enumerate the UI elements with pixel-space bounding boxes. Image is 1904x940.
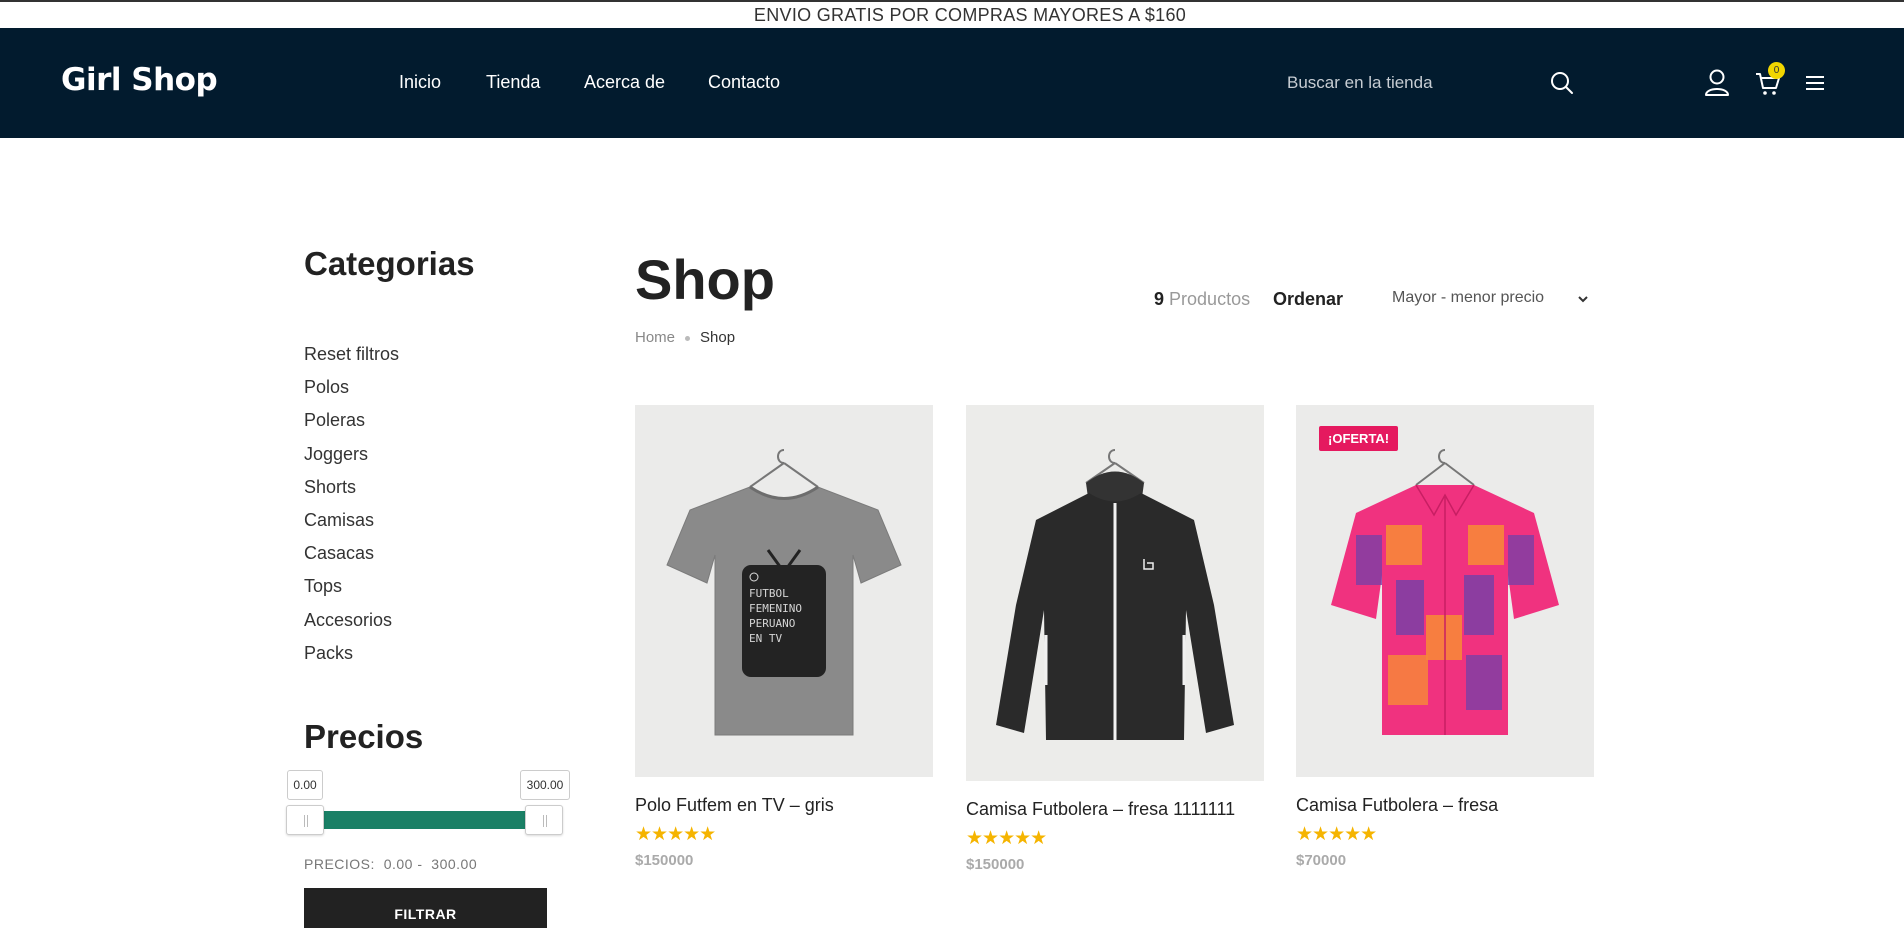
tv-text-line-1: FUTBOL <box>749 587 789 600</box>
category-reset[interactable]: Reset filtros <box>304 341 399 374</box>
product-rating: ★★★★★ <box>1296 824 1377 845</box>
nav-tienda[interactable]: Tienda <box>486 72 540 93</box>
search-input[interactable]: Buscar en la tienda <box>1287 73 1433 93</box>
sale-badge: ¡OFERTA! <box>1319 426 1399 451</box>
product-rating: ★★★★★ <box>966 828 1047 849</box>
price-slider-min-handle[interactable] <box>286 805 324 835</box>
price-range-separator: - <box>417 856 423 872</box>
product-count-number: 9 <box>1154 289 1165 309</box>
category-joggers[interactable]: Joggers <box>304 441 399 474</box>
category-camisas[interactable]: Camisas <box>304 507 399 540</box>
nav-inicio[interactable]: Inicio <box>399 72 441 93</box>
black-jacket-image <box>966 405 1264 781</box>
product-price: $150000 <box>635 852 694 869</box>
gray-tshirt-image: FUTBOL FEMENINO PERUANO EN TV <box>635 405 933 777</box>
category-casacas[interactable]: Casacas <box>304 540 399 573</box>
price-slider-range <box>304 811 544 829</box>
product-image[interactable]: FUTBOL FEMENINO PERUANO EN TV <box>635 405 933 777</box>
product-name[interactable]: Polo Futfem en TV – gris <box>635 795 834 816</box>
site-logo[interactable]: Girl Shop <box>61 62 218 98</box>
tv-text-line-2: FEMENINO <box>749 602 802 615</box>
chevron-down-icon[interactable] <box>1577 294 1589 304</box>
menu-icon[interactable] <box>1805 75 1825 91</box>
price-max-label: 300.00 <box>520 770 570 800</box>
nav-contacto[interactable]: Contacto <box>708 72 780 93</box>
price-range-from: 0.00 <box>383 856 413 872</box>
category-tops[interactable]: Tops <box>304 573 399 606</box>
product-rating: ★★★★★ <box>635 824 716 845</box>
filter-button[interactable]: FILTRAR <box>304 888 547 928</box>
order-label: Ordenar <box>1273 289 1344 309</box>
breadcrumb: Home Shop <box>635 329 735 346</box>
category-list: Reset filtros Polos Poleras Joggers Shor… <box>304 341 399 673</box>
tv-text-line-3: PERUANO <box>749 617 795 630</box>
product-image[interactable] <box>966 405 1264 781</box>
prices-title: Precios <box>304 718 424 755</box>
price-min-label: 0.00 <box>287 770 323 800</box>
announcement-bar: ENVIO GRATIS POR COMPRAS MAYORES A $160 <box>0 0 1904 28</box>
cart-count-badge: 0 <box>1768 62 1785 79</box>
category-packs[interactable]: Packs <box>304 640 399 673</box>
product-price: $70000 <box>1296 852 1347 869</box>
price-range-text: PRECIOS: 0.00 - 300.00 <box>304 856 477 872</box>
price-range-to: 300.00 <box>431 856 478 872</box>
tv-text-line-4: EN TV <box>749 632 782 645</box>
category-accesorios[interactable]: Accesorios <box>304 607 399 640</box>
pink-shirt-image <box>1296 405 1594 777</box>
categories-title: Categorias <box>304 245 475 282</box>
user-icon[interactable] <box>1704 69 1730 97</box>
product-count: 9 Productos <box>1154 289 1250 310</box>
search-icon[interactable] <box>1550 71 1574 95</box>
product-name[interactable]: Camisa Futbolera – fresa 1111111 <box>966 799 1235 820</box>
breadcrumb-home[interactable]: Home <box>635 329 675 346</box>
product-name[interactable]: Camisa Futbolera – fresa <box>1296 795 1498 816</box>
category-shorts[interactable]: Shorts <box>304 474 399 507</box>
page-title: Shop <box>635 248 775 311</box>
price-range-label: PRECIOS: <box>304 856 375 872</box>
product-count-label: Productos <box>1169 289 1251 309</box>
product-image[interactable] <box>1296 405 1594 777</box>
price-slider-max-handle[interactable] <box>525 805 563 835</box>
product-price: $150000 <box>966 856 1025 873</box>
breadcrumb-separator <box>685 335 691 341</box>
category-poleras[interactable]: Poleras <box>304 407 399 440</box>
nav-acerca-de[interactable]: Acerca de <box>584 72 665 93</box>
site-header: Girl Shop Inicio Tienda Acerca de Contac… <box>0 28 1904 138</box>
order-select[interactable]: Mayor - menor precio <box>1392 289 1544 307</box>
breadcrumb-current: Shop <box>700 329 736 346</box>
announcement-text: ENVIO GRATIS POR COMPRAS MAYORES A $160 <box>753 5 1187 25</box>
category-polos[interactable]: Polos <box>304 374 399 407</box>
